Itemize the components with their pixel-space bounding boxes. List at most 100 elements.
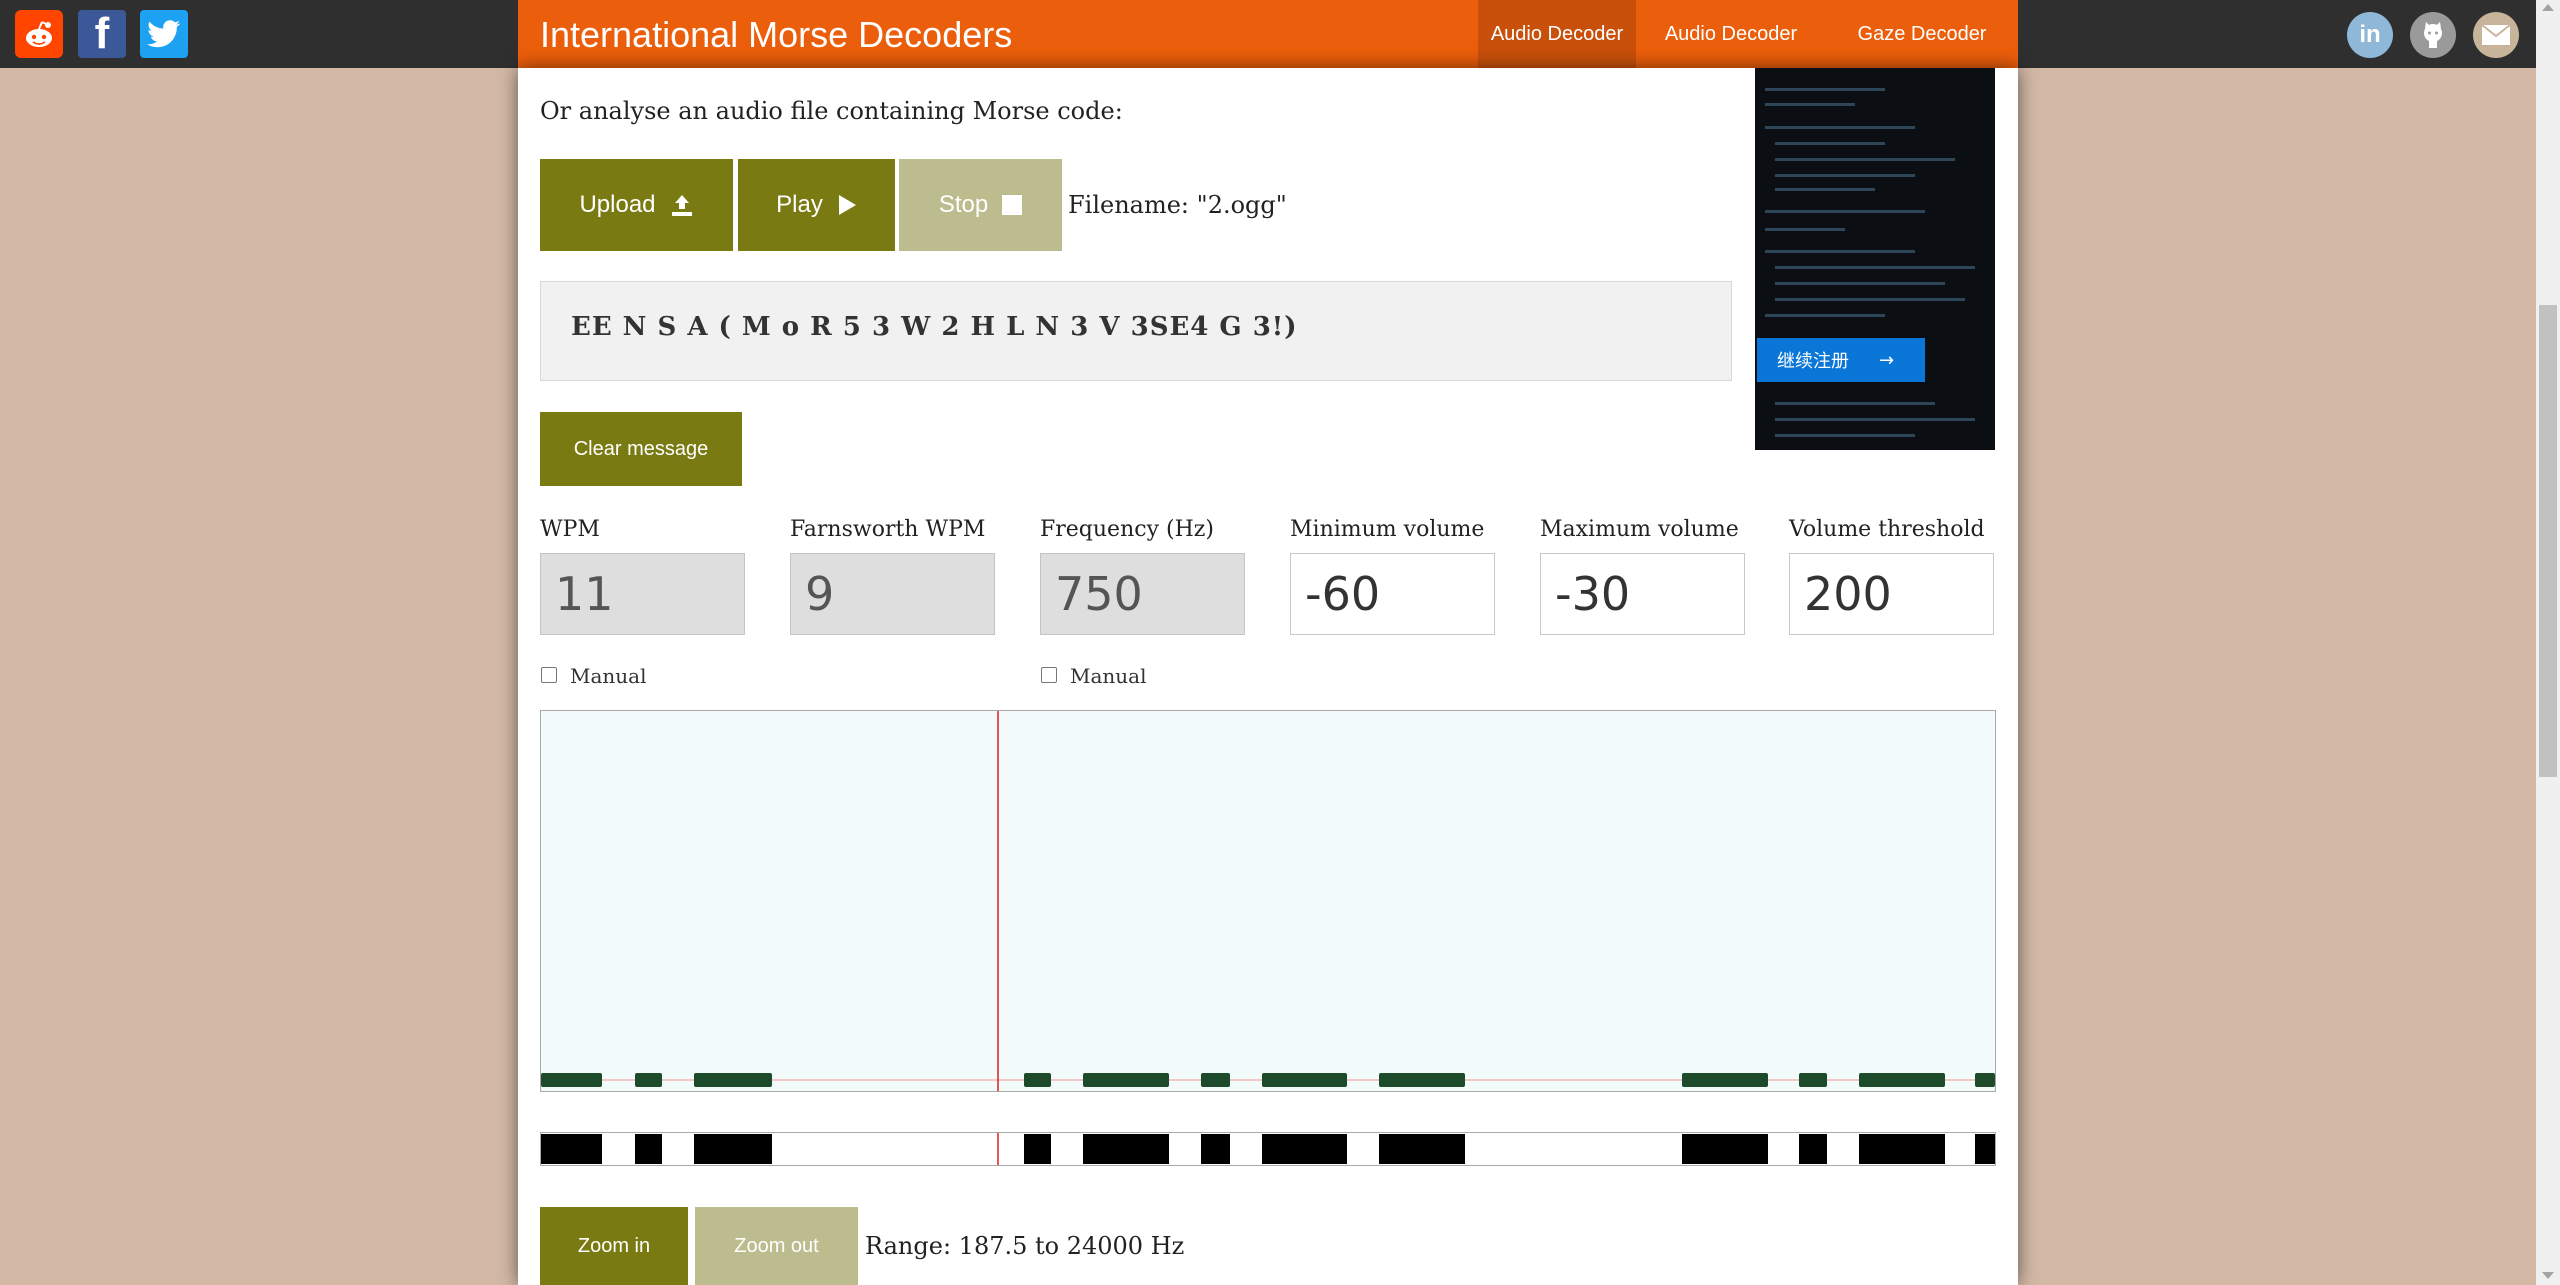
upload-button[interactable]: Upload [540, 159, 733, 251]
timeline-pulse [1024, 1134, 1051, 1164]
stop-button[interactable]: Stop [899, 159, 1062, 251]
volume-threshold-input[interactable] [1789, 553, 1994, 635]
intro-text: Or analyse an audio file containing Mors… [540, 97, 1123, 125]
spectrogram-pulse [541, 1073, 602, 1087]
signal-timeline-canvas [541, 1133, 1995, 1165]
timeline-pulse [1682, 1134, 1768, 1164]
spectrogram-pulse [1201, 1073, 1230, 1087]
mail-icon[interactable] [2473, 12, 2519, 58]
spectrogram-pulse [1682, 1073, 1768, 1087]
site-header: International Morse Decoders Audio Decod… [518, 0, 2018, 113]
min-volume-input[interactable] [1290, 553, 1495, 635]
nav-audio-decoder[interactable]: Audio Decoder [1478, 0, 1636, 68]
wpm-input[interactable] [540, 553, 745, 635]
play-button[interactable]: Play [738, 159, 895, 251]
reddit-icon[interactable] [15, 10, 63, 58]
spectrogram-pulse [635, 1073, 662, 1087]
zoom-in-label: Zoom in [577, 1234, 651, 1257]
ad-code-line [1765, 126, 1915, 129]
play-label: Play [776, 191, 823, 218]
twitter-icon[interactable] [140, 10, 188, 58]
manual-wpm-label: Manual [570, 664, 647, 688]
volume-threshold-label: Volume threshold [1789, 517, 1985, 542]
ad-code-line [1765, 250, 1915, 253]
spectrogram-pulse [1799, 1073, 1827, 1087]
timeline-pulse [541, 1134, 602, 1164]
timeline-pulse [1859, 1134, 1945, 1164]
ad-code-line [1765, 228, 1845, 231]
stop-label: Stop [938, 191, 989, 218]
signal-timeline [540, 1132, 1996, 1166]
spectrogram-pulse [1262, 1073, 1347, 1087]
upload-label: Upload [579, 191, 656, 218]
stop-icon [1002, 195, 1023, 215]
zoom-in-button[interactable]: Zoom in [540, 1207, 688, 1285]
ad-code-line [1775, 142, 1885, 145]
scrollbar-arrow-up[interactable] [2542, 4, 2554, 11]
ad-code-line [1765, 103, 1855, 106]
ad-code-line [1775, 282, 1945, 285]
timeline-pulse [694, 1134, 772, 1164]
ad-code-line [1775, 402, 1935, 405]
advertisement[interactable]: 继续注册 → [1755, 68, 1995, 450]
timeline-pulse [1201, 1134, 1230, 1164]
main-panel: Or analyse an audio file containing Mors… [518, 68, 2018, 1285]
zoom-out-label: Zoom out [734, 1234, 819, 1257]
clear-message-button[interactable]: Clear message [540, 412, 742, 486]
ad-code-line [1775, 188, 1875, 191]
range-text: Range: 187.5 to 24000 Hz [865, 1232, 1185, 1260]
timeline-pulse [1799, 1134, 1827, 1164]
spectrogram-pulse [1859, 1073, 1945, 1087]
decoded-message: EE N S A ( M o R 5 3 W 2 H L N 3 V 3SE4 … [571, 312, 1298, 342]
github-icon[interactable] [2410, 12, 2456, 58]
spectrogram-pulse [1024, 1073, 1051, 1087]
max-volume-input[interactable] [1540, 553, 1745, 635]
frequency-label: Frequency (Hz) [1040, 517, 1214, 542]
timeline-pulse [1975, 1134, 1995, 1164]
linkedin-glyph: in [2359, 21, 2381, 48]
manual-frequency-checkbox[interactable] [1041, 667, 1057, 683]
ad-code-line [1765, 210, 1925, 213]
spectrogram-pulse [1083, 1073, 1169, 1087]
scrollbar-arrow-down[interactable] [2542, 1272, 2554, 1279]
ad-code-line [1775, 434, 1915, 437]
clear-message-label: Clear message [573, 437, 709, 460]
manual-wpm-checkbox[interactable] [541, 667, 557, 683]
play-icon [838, 195, 856, 215]
facebook-glyph: f [94, 9, 110, 58]
timeline-pulse [1083, 1134, 1169, 1164]
timeline-pulse [1262, 1134, 1347, 1164]
filename-text: Filename: "2.ogg" [1068, 191, 1287, 219]
ad-code-line [1775, 298, 1965, 301]
ad-code-line [1765, 88, 1885, 91]
timeline-pulse [635, 1134, 662, 1164]
ad-register-button[interactable]: 继续注册 → [1757, 338, 1925, 382]
frequency-input[interactable] [1040, 553, 1245, 635]
ad-code-line [1775, 418, 1975, 421]
arrow-right-icon: → [1879, 349, 1895, 371]
scrollbar-thumb[interactable] [2539, 305, 2557, 777]
spectrogram-pulse [694, 1073, 772, 1087]
manual-frequency-label: Manual [1070, 664, 1147, 688]
spectrogram-pulse [1379, 1073, 1465, 1087]
facebook-icon[interactable]: f [78, 10, 126, 58]
ad-code-line [1765, 314, 1885, 317]
ad-code-line [1775, 266, 1975, 269]
site-title[interactable]: International Morse Decoders [540, 10, 1012, 60]
nav-audio-decoder-expert[interactable]: Audio Decoder (Expert) [1636, 0, 1826, 113]
farnsworth-wpm-input[interactable] [790, 553, 995, 635]
wpm-label: WPM [540, 517, 600, 542]
min-volume-label: Minimum volume [1290, 517, 1485, 542]
zoom-out-button[interactable]: Zoom out [695, 1207, 858, 1285]
spectrogram[interactable] [540, 710, 1996, 1092]
nav-gaze-decoder[interactable]: Gaze Decoder [1826, 0, 2018, 68]
ad-code-line [1775, 158, 1955, 161]
spectrogram-pulse [1975, 1073, 1995, 1087]
timeline-pulse [1379, 1134, 1465, 1164]
farnsworth-wpm-label: Farnsworth WPM [790, 517, 986, 542]
spectrogram-canvas [541, 711, 1995, 1091]
decoded-message-box: EE N S A ( M o R 5 3 W 2 H L N 3 V 3SE4 … [540, 281, 1732, 381]
ad-register-label: 继续注册 [1777, 351, 1849, 372]
linkedin-icon[interactable]: in [2347, 12, 2393, 58]
max-volume-label: Maximum volume [1540, 517, 1739, 542]
